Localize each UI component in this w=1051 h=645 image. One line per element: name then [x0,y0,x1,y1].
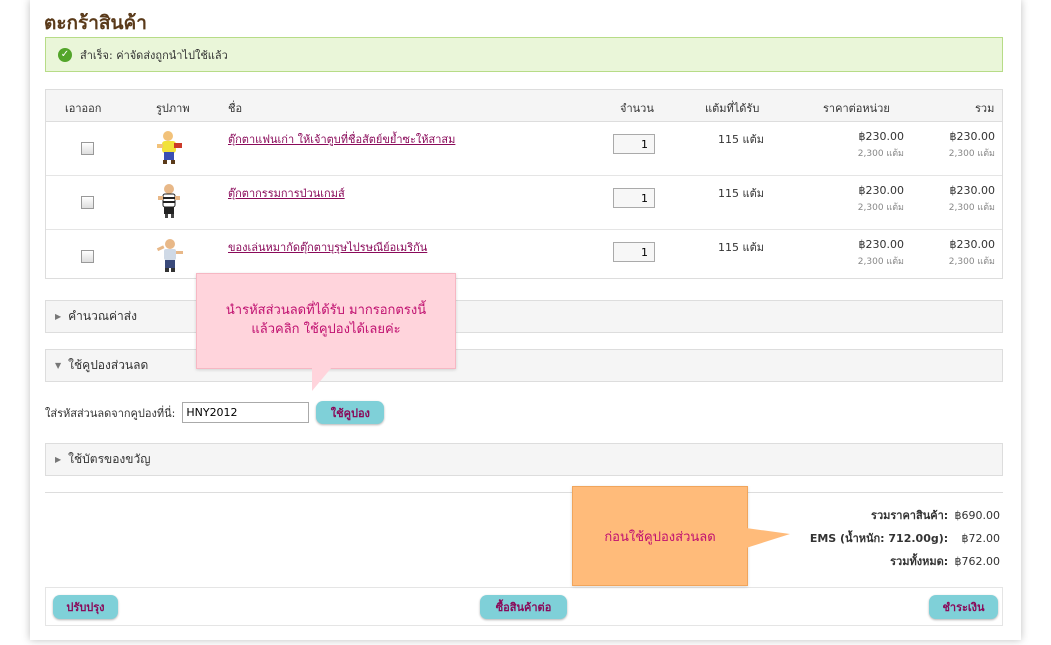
callout-pointer [746,528,790,548]
check-circle-icon: ✓ [58,47,72,62]
unit-price-points: 2,300 แต้ม [857,203,904,213]
unit-price: ฿230.00 2,300 แต้ม [858,184,904,214]
row-total-points: 2,300 แต้ม [948,257,995,267]
product-link[interactable]: ของเล่นหมากัดตุ๊กตาบุรุษไปรษณีย์อเมริกัน [228,238,427,256]
unit-price-value: ฿230.00 [858,184,905,197]
unit-price-points: 2,300 แต้ม [857,257,904,267]
unit-price: ฿230.00 2,300 แต้ม [858,130,904,160]
row-total-points: 2,300 แต้ม [948,203,995,213]
table-row: ของเล่นหมากัดตุ๊กตาบุรุษไปรษณีย์อเมริกัน… [46,230,1002,283]
callout-line-1: นำรหัสส่วนลดที่ได้รับ มากรอกตรงนี้ [225,303,427,318]
row-total: ฿230.00 2,300 แต้ม [949,130,995,160]
quantity-input[interactable] [613,242,655,262]
coupon-code-input[interactable] [182,402,310,423]
cart-totals: รวมราคาสินค้า: ฿690.00 EMS (น้ำหนัก: 712… [810,506,1000,575]
row-total: ฿230.00 2,300 แต้ม [949,184,995,214]
header-name: ชื่อ [228,102,243,115]
row-total-value: ฿230.00 [949,130,996,143]
header-unit-price: ราคาต่อหน่วย [823,102,890,115]
page-title: ตะกร้าสินค้า [44,12,147,34]
cart-footer: ปรับปรุง ซื้อสินค้าต่อ ชำระเงิน [45,587,1003,626]
shipping-calculator-section[interactable]: ▶ คำนวณค่าส่ง [45,300,1003,333]
subtotal-label: รวมราคาสินค้า: [871,509,949,522]
grand-total-value: ฿762.00 [954,555,1001,568]
cart-table-header: เอาออก รูปภาพ ชื่อ จำนวน แต้มที่ได้รับ ร… [46,90,1002,122]
remove-checkbox[interactable] [81,142,94,155]
subtotal-value: ฿690.00 [954,509,1001,522]
unit-price: ฿230.00 2,300 แต้ม [858,238,904,268]
triangle-right-icon: ▶ [55,455,62,464]
alert-message: สำเร็จ: ค่าจัดส่งถูกนำไปใช้แล้ว [80,48,228,62]
coupon-form: ใส่รหัสส่วนลดจากคูปองที่นี่: ใช้คูปอง [45,401,385,424]
grand-total-label: รวมทั้งหมด: [890,555,949,568]
coupon-label: ใส่รหัสส่วนลดจากคูปองที่นี่: [45,406,176,420]
product-link[interactable]: ตุ๊กตาแฟนเก่า ให้เจ้าตูบที่ชื่อสัตย์ขย้ำ… [228,130,455,148]
row-total-value: ฿230.00 [949,184,996,197]
points-value: 115 แต้ม [718,241,764,254]
unit-price-value: ฿230.00 [858,130,905,143]
quantity-input[interactable] [613,134,655,154]
checkout-button[interactable]: ชำระเงิน [929,595,998,619]
continue-shopping-button[interactable]: ซื้อสินค้าต่อ [480,595,567,619]
cart-table: เอาออก รูปภาพ ชื่อ จำนวน แต้มที่ได้รับ ร… [45,89,1003,279]
product-thumbnail-mailman-toy[interactable] [154,237,186,273]
section-label: คำนวณค่าส่ง [68,309,137,323]
coupon-hint-callout: นำรหัสส่วนลดที่ได้รับ มากรอกตรงนี้ แล้วค… [196,273,456,369]
product-thumbnail-referee-toy[interactable] [154,183,186,219]
triangle-right-icon: ▶ [55,312,62,321]
section-label: ใช้คูปองส่วนลด [68,358,149,372]
header-remove: เอาออก [65,102,102,115]
remove-checkbox[interactable] [81,250,94,263]
coupon-section[interactable]: ▼ ใช้คูปองส่วนลด [45,349,1003,382]
subtotal-line: รวมราคาสินค้า: ฿690.00 [810,506,1000,529]
gift-voucher-section[interactable]: ▶ ใช้บัตรของขวัญ [45,443,1003,476]
callout-line-2: แล้วคลิก ใช้คูปองได้เลยค่ะ [251,322,401,337]
product-thumbnail-dog-toy[interactable] [154,129,186,165]
success-alert: ✓ สำเร็จ: ค่าจัดส่งถูกนำไปใช้แล้ว [45,37,1003,72]
before-coupon-callout: ก่อนใช้คูปองส่วนลด [572,486,748,586]
header-qty: จำนวน [620,102,654,115]
divider [45,492,1003,493]
triangle-down-icon: ▼ [55,361,62,370]
row-total-value: ฿230.00 [949,238,996,251]
product-link[interactable]: ตุ๊กตากรรมการป่วนเกมส์ [228,184,345,202]
table-row: ตุ๊กตาแฟนเก่า ให้เจ้าตูบที่ชื่อสัตย์ขย้ำ… [46,122,1002,176]
unit-price-points: 2,300 แต้ม [857,149,904,159]
shipping-label: EMS (น้ำหนัก: 712.00g): [809,532,949,545]
grand-total-line: รวมทั้งหมด: ฿762.00 [810,552,1000,575]
apply-coupon-button[interactable]: ใช้คูปอง [316,401,385,424]
header-points: แต้มที่ได้รับ [705,102,760,115]
row-total-points: 2,300 แต้ม [948,149,995,159]
header-image: รูปภาพ [156,102,190,115]
section-label: ใช้บัตรของขวัญ [68,452,151,466]
row-total: ฿230.00 2,300 แต้ม [949,238,995,268]
quantity-input[interactable] [613,188,655,208]
update-cart-button[interactable]: ปรับปรุง [53,595,118,619]
points-value: 115 แต้ม [718,133,764,146]
shipping-value: ฿72.00 [961,532,1001,545]
header-total: รวม [975,102,995,115]
table-row: ตุ๊กตากรรมการป่วนเกมส์ 115 แต้ม ฿230.00 … [46,176,1002,230]
unit-price-value: ฿230.00 [858,238,905,251]
shipping-line: EMS (น้ำหนัก: 712.00g): ฿72.00 [810,529,1000,552]
remove-checkbox[interactable] [81,196,94,209]
points-value: 115 แต้ม [718,187,764,200]
callout-text: ก่อนใช้คูปองส่วนลด [604,529,716,545]
callout-pointer [312,367,332,391]
